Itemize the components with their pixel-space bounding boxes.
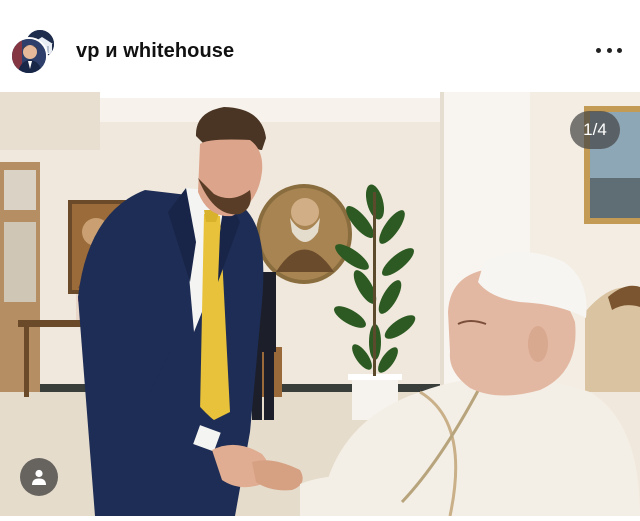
post-photo[interactable]: 1/4	[0, 92, 640, 516]
dot	[596, 47, 601, 53]
post-header: vp и whitehouse	[0, 0, 640, 92]
user-tag-icon[interactable]	[20, 458, 58, 496]
carousel-counter: 1/4	[570, 111, 620, 149]
person-icon	[32, 469, 46, 485]
post-username[interactable]: vp и whitehouse	[76, 40, 234, 63]
vp-avatar[interactable]	[10, 37, 48, 75]
instagram-post: vp и whitehouse 1/4	[0, 0, 640, 521]
more-options-icon[interactable]	[596, 40, 622, 60]
photo-scene	[0, 92, 640, 516]
dot	[606, 47, 612, 53]
dot	[617, 47, 622, 53]
